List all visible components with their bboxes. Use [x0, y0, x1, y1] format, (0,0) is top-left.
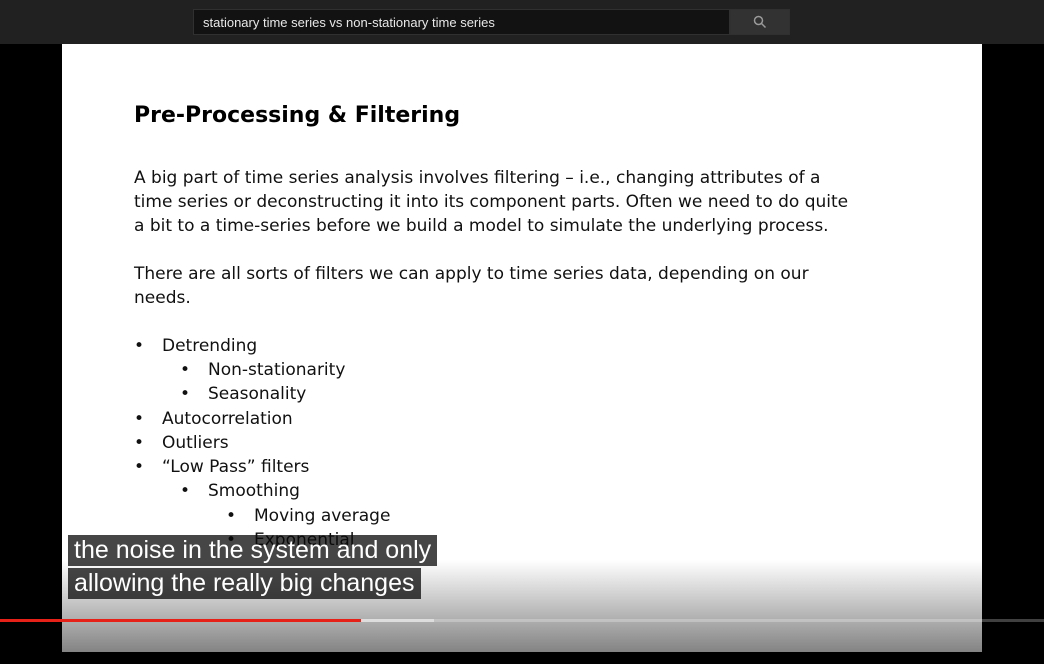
bullet-marker: • — [134, 457, 145, 477]
player-controls — [0, 622, 1044, 664]
slide-paragraph-1: A big part of time series analysis invol… — [134, 166, 848, 238]
bullet-marker: • — [226, 506, 237, 526]
paragraph-line: needs. — [134, 288, 191, 308]
bullet-marker: • — [134, 409, 145, 429]
bullet-marker: • — [134, 433, 145, 453]
bullet-text: Moving average — [254, 506, 391, 526]
bullet-marker: • — [180, 384, 191, 404]
caption-line-1: the noise in the system and only — [68, 535, 438, 566]
bullet-item: • Detrending — [134, 334, 257, 358]
caption-line-2: allowing the really big changes — [68, 568, 421, 599]
paragraph-line: There are all sorts of filters we can ap… — [134, 264, 809, 284]
paragraph-line: a bit to a time-series before we build a… — [134, 216, 829, 236]
bullet-text: Autocorrelation — [162, 409, 293, 429]
bullet-text: Outliers — [162, 433, 229, 453]
bullet-text: Smoothing — [208, 481, 300, 501]
bullet-text: “Low Pass” filters — [162, 457, 310, 477]
search-input[interactable] — [193, 9, 730, 35]
bullet-item: • Seasonality — [180, 382, 306, 406]
bullet-item: • “Low Pass” filters — [134, 455, 309, 479]
bullet-item: • Autocorrelation — [134, 407, 293, 431]
bullet-item: • Moving average — [226, 504, 390, 528]
search-button[interactable] — [730, 9, 790, 35]
paragraph-line: A big part of time series analysis invol… — [134, 168, 821, 188]
bullet-text: Seasonality — [208, 384, 307, 404]
slide-paragraph-2: There are all sorts of filters we can ap… — [134, 262, 809, 310]
paragraph-line: time series or deconstructing it into it… — [134, 192, 849, 212]
bullet-item: • Outliers — [134, 431, 229, 455]
bullet-item: • Smoothing — [180, 479, 300, 503]
search-icon — [753, 15, 767, 29]
slide-title: Pre-Processing & Filtering — [134, 103, 461, 128]
bullet-marker: • — [180, 360, 191, 380]
bullet-text: Non-stationarity — [208, 360, 346, 380]
top-bar — [0, 0, 1044, 44]
bullet-item: • Non-stationarity — [180, 358, 345, 382]
youtube-video-page: Pre-Processing & Filtering A big part of… — [0, 0, 1044, 664]
bullet-text: Detrending — [162, 336, 258, 356]
bullet-marker: • — [180, 481, 191, 501]
bullet-marker: • — [134, 336, 145, 356]
